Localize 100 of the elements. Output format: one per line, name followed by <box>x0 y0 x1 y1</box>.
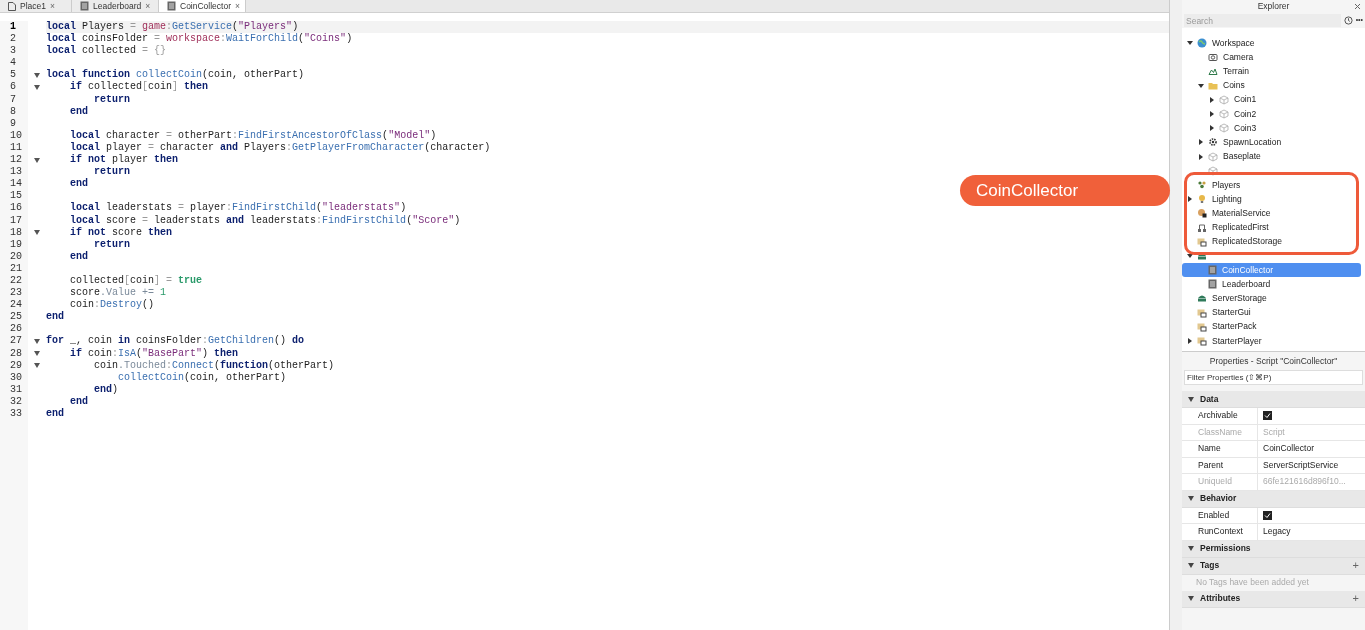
code-line: if coin:IsA("BasePart") then <box>69 347 239 360</box>
explorer-item[interactable]: StarterPack <box>1182 319 1361 334</box>
callout-label: CoinCollector <box>960 175 1170 206</box>
line-number: 9 <box>9 117 17 130</box>
caret-icon <box>1188 546 1194 551</box>
property-value[interactable]: ServerScriptService <box>1263 458 1339 472</box>
material-icon <box>1197 208 1207 219</box>
collapsed-caret-icon[interactable] <box>1197 138 1205 147</box>
code-line: local coinsFolder = workspace:WaitForChild("Coins") <box>46 33 353 45</box>
line-number: 18 <box>9 226 23 239</box>
fold-caret-icon[interactable] <box>34 230 40 236</box>
code-line: end <box>46 311 64 324</box>
caret-icon <box>1188 563 1194 568</box>
line-number: 31 <box>9 383 23 396</box>
explorer-item[interactable]: StarterPlayer <box>1182 333 1361 349</box>
code-line: coin.Touched:Connect(function(otherPart) <box>93 359 335 372</box>
property-value[interactable]: CoinCollector <box>1263 442 1315 456</box>
code-line: local player = character and Players:GetPlayerFromCharacter(character) <box>69 141 491 154</box>
close-icon[interactable] <box>1354 3 1361 10</box>
line-number: 4 <box>9 57 17 70</box>
fold-caret-icon[interactable] <box>34 339 40 344</box>
fold-caret-icon[interactable] <box>34 85 40 90</box>
people-icon <box>1197 179 1207 190</box>
property-name: Enabled <box>1182 507 1258 523</box>
explorer-item[interactable]: Coin3 <box>1182 121 1361 136</box>
close-tab-button[interactable]: × <box>235 0 240 13</box>
collapsed-caret-icon[interactable] <box>1186 337 1194 346</box>
explorer-item[interactable]: Camera <box>1182 50 1361 65</box>
checkbox[interactable] <box>1263 510 1272 520</box>
line-number: 27 <box>9 335 23 348</box>
line-number: 11 <box>9 141 23 155</box>
line-number: 6 <box>9 81 17 94</box>
branch-icon <box>1197 222 1207 233</box>
code-line: return <box>93 166 130 179</box>
expanded-caret-icon[interactable] <box>1186 251 1194 260</box>
line-number: 14 <box>9 178 23 191</box>
line-number: 17 <box>9 214 23 227</box>
folder-icon <box>1208 80 1218 91</box>
filter-field[interactable]: Filter Properties (⇧⌘P) <box>1184 370 1363 385</box>
checkbox[interactable] <box>1263 411 1272 421</box>
line-number: 33 <box>9 408 23 421</box>
storage-icon <box>1197 236 1207 247</box>
fold-caret-icon[interactable] <box>34 351 40 357</box>
storage-icon <box>1197 336 1207 347</box>
explorer-item[interactable]: MaterialService <box>1182 206 1361 221</box>
caret-icon <box>1188 596 1194 601</box>
expanded-caret-icon[interactable] <box>1197 81 1205 90</box>
property-name: ClassName <box>1182 424 1258 440</box>
fold-caret-icon[interactable] <box>34 72 40 78</box>
fold-caret-icon[interactable] <box>34 363 40 369</box>
caret-icon <box>1188 496 1194 501</box>
explorer-item[interactable]: Coin1 <box>1182 92 1361 107</box>
explorer-item[interactable]: StarterGui <box>1182 305 1361 320</box>
explorer-item[interactable]: Baseplate <box>1182 149 1361 164</box>
history-icon[interactable] <box>1343 16 1353 25</box>
close-tab-button[interactable]: × <box>50 0 55 13</box>
close-tab-button[interactable]: × <box>145 0 151 13</box>
caret-icon <box>1188 396 1194 402</box>
line-number: 24 <box>9 299 23 312</box>
property-name: UniqueId <box>1182 474 1258 490</box>
explorer-item[interactable]: ServerStorage <box>1182 291 1361 306</box>
explorer-item[interactable]: Leaderboard <box>1182 277 1361 292</box>
section-header[interactable]: Attributes + <box>1182 590 1365 608</box>
explorer-item[interactable]: Players <box>1182 177 1361 193</box>
editor-tab[interactable]: CoinCollector × <box>159 0 246 12</box>
explorer-item[interactable]: Coins <box>1182 78 1361 93</box>
line-number: 13 <box>9 166 23 179</box>
explorer-item[interactable]: SpawnLocation <box>1182 135 1361 150</box>
line-number: 8 <box>9 105 17 118</box>
cube-icon <box>1219 123 1229 134</box>
line-number: 26 <box>9 323 23 336</box>
cube-icon <box>1208 151 1218 162</box>
collapsed-caret-icon[interactable] <box>1208 124 1216 133</box>
collapsed-caret-icon[interactable] <box>1186 195 1194 204</box>
explorer-item[interactable]: Lighting <box>1182 192 1361 207</box>
collapsed-caret-icon[interactable] <box>1208 110 1216 119</box>
add-button[interactable]: + <box>1352 560 1359 571</box>
code-line: collected[coin] = true <box>69 274 203 287</box>
explorer-item[interactable]: ReplicatedFirst <box>1182 220 1361 235</box>
explorer-item[interactable]: ReplicatedStorage <box>1182 234 1361 249</box>
property-name: RunContext <box>1182 524 1258 540</box>
explorer-item[interactable]: Workspace <box>1182 36 1361 51</box>
collapsed-caret-icon[interactable] <box>1208 95 1216 104</box>
section-header[interactable]: Data <box>1182 391 1365 408</box>
add-button[interactable]: + <box>1352 593 1359 604</box>
search-field[interactable]: Search <box>1184 14 1341 27</box>
collapsed-caret-icon[interactable] <box>1197 152 1205 161</box>
explorer-item[interactable]: Terrain <box>1182 64 1361 79</box>
script-icon <box>80 1 89 11</box>
line-number: 1 <box>9 21 17 34</box>
explorer-item[interactable]: Coin2 <box>1182 106 1361 122</box>
fold-caret-icon[interactable] <box>34 157 40 163</box>
script-icon <box>1208 279 1217 290</box>
code-line: end) <box>93 383 119 396</box>
gear-icon <box>1208 137 1218 148</box>
property-name: Parent <box>1182 457 1258 473</box>
property-value[interactable]: Legacy <box>1263 525 1291 539</box>
line-number: 15 <box>9 190 23 203</box>
panel-title: Explorer <box>1257 0 1290 13</box>
line-number: 25 <box>9 311 23 324</box>
